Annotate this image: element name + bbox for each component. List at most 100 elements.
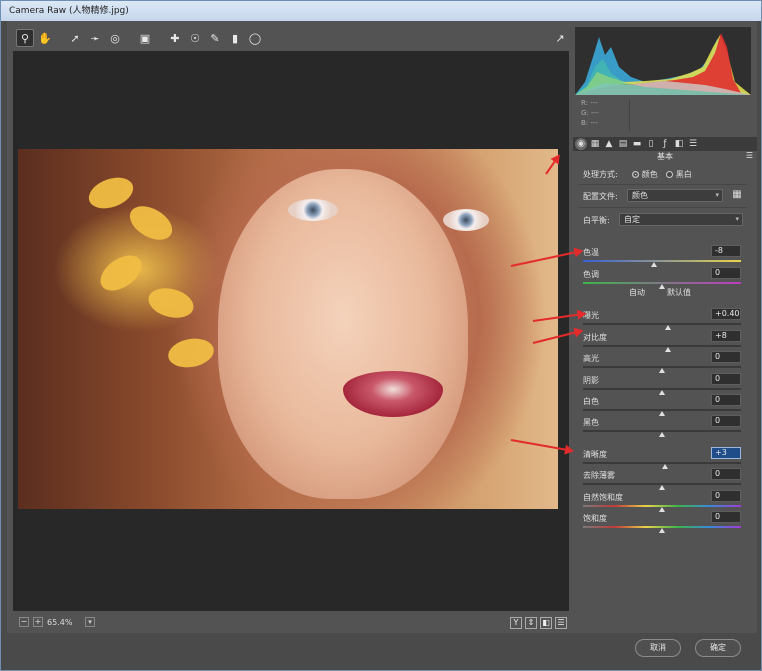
- slider-value-input[interactable]: 0: [711, 394, 741, 406]
- zoom-in-button[interactable]: +: [33, 617, 43, 627]
- slider-thumb[interactable]: [665, 347, 672, 352]
- treatment-row: 处理方式: 颜色 黑白: [583, 169, 692, 179]
- white-balance-select[interactable]: 自定 ▾: [619, 213, 743, 226]
- slider-value-input[interactable]: 0: [711, 511, 741, 523]
- basic-tab-icon[interactable]: ◉: [575, 138, 587, 150]
- camera-calibration-tab-icon[interactable]: ◧: [673, 138, 685, 150]
- flower: [84, 171, 138, 215]
- flower: [145, 283, 197, 323]
- adjustment-panel: R: --- G: --- B: --- ◉ ▦ ▲ ▤ ▬ ▯ ƒ ◧ ☰ 基…: [569, 21, 757, 633]
- slider-label: 白色: [583, 397, 599, 406]
- lens-tab-icon[interactable]: ▯: [645, 138, 657, 150]
- slider-thumb[interactable]: [662, 464, 669, 469]
- slider-value-input[interactable]: +0.40: [711, 308, 741, 320]
- image-canvas[interactable]: − + 65.4% ▾ Y ⇕ ◧ ☰: [13, 51, 571, 629]
- adjustment-brush-icon[interactable]: ✎: [206, 29, 224, 47]
- slider-value-input[interactable]: 0: [711, 351, 741, 363]
- slider-value-input[interactable]: -8: [711, 245, 741, 257]
- slider-label: 对比度: [583, 333, 607, 342]
- chevron-down-icon: ▾: [735, 215, 739, 223]
- slider-label: 自然饱和度: [583, 493, 623, 502]
- ok-button[interactable]: 确定: [695, 639, 741, 657]
- crop-tool-icon[interactable]: ▣: [136, 29, 154, 47]
- slider-label: 去除薄雾: [583, 471, 615, 480]
- slider-track[interactable]: [583, 260, 741, 262]
- cancel-button[interactable]: 取消: [635, 639, 681, 657]
- slider-value-input[interactable]: 0: [711, 267, 741, 279]
- color-radio[interactable]: [631, 170, 639, 178]
- slider-thumb[interactable]: [665, 325, 672, 330]
- slider-value-input[interactable]: +8: [711, 330, 741, 342]
- slider-label: 色温: [583, 248, 599, 257]
- slider-thumb[interactable]: [659, 507, 665, 512]
- split-toning-tab-icon[interactable]: ▬: [631, 138, 643, 150]
- right-eye: [443, 209, 489, 231]
- tone-curve-tab-icon[interactable]: ▦: [589, 138, 601, 150]
- chevron-down-icon: ▾: [715, 191, 719, 199]
- slider-thumb[interactable]: [659, 390, 665, 395]
- slider-label: 黑色: [583, 418, 599, 427]
- toolbar: ⚲ ✋ ➚ ➛ ◎ ▣ ✚ ☉ ✎ ▮ ◯ ↗: [13, 27, 571, 49]
- slider-thumb[interactable]: [659, 528, 665, 533]
- slider-label: 色调: [583, 270, 599, 279]
- auto-default-row: 自动 默认值: [629, 287, 729, 298]
- panel-tabs: ◉ ▦ ▲ ▤ ▬ ▯ ƒ ◧ ☰: [573, 137, 757, 151]
- effects-tab-icon[interactable]: ƒ: [659, 138, 671, 150]
- flower: [124, 199, 178, 247]
- slider-label: 高光: [583, 354, 599, 363]
- flower: [165, 335, 217, 371]
- zoom-level[interactable]: 65.4%: [47, 618, 81, 627]
- before-after-button[interactable]: Y: [510, 617, 522, 629]
- bw-radio[interactable]: [665, 170, 673, 178]
- spot-removal-tool-icon[interactable]: ✚: [166, 29, 184, 47]
- hand-tool-icon[interactable]: ✋: [36, 29, 54, 47]
- slider-thumb[interactable]: [659, 368, 665, 373]
- targeted-adjustment-tool-icon[interactable]: ◎: [106, 29, 124, 47]
- histogram: [575, 27, 751, 95]
- radial-filter-icon[interactable]: ◯: [246, 29, 264, 47]
- slider-thumb[interactable]: [659, 485, 665, 490]
- slider-label: 饱和度: [583, 514, 607, 523]
- slider-value-input[interactable]: +3: [711, 447, 741, 459]
- default-button[interactable]: 默认值: [667, 287, 691, 298]
- slider-track[interactable]: [583, 345, 741, 347]
- zoom-tool-icon[interactable]: ⚲: [16, 29, 34, 47]
- slider-value-input[interactable]: 0: [711, 490, 741, 502]
- swap-settings-button[interactable]: ⇕: [525, 617, 537, 629]
- auto-button[interactable]: 自动: [629, 287, 645, 298]
- view-buttons: Y ⇕ ◧ ☰: [510, 617, 567, 629]
- white-balance-tool-icon[interactable]: ➚: [66, 29, 84, 47]
- slider-track[interactable]: [583, 323, 741, 325]
- slider-value-input[interactable]: 0: [711, 415, 741, 427]
- profile-select[interactable]: 颜色 ▾: [627, 189, 723, 202]
- slider-thumb[interactable]: [659, 411, 665, 416]
- slider-label: 清晰度: [583, 450, 607, 459]
- rgb-readout: R: --- G: --- B: ---: [581, 99, 599, 127]
- camera-raw-window: Camera Raw (人物精修.jpg) ⚲ ✋ ➚ ➛ ◎ ▣ ✚ ☉ ✎ …: [0, 0, 762, 671]
- hsl-tab-icon[interactable]: ▤: [617, 138, 629, 150]
- presets-tab-icon[interactable]: ☰: [687, 138, 699, 150]
- detail-tab-icon[interactable]: ▲: [603, 138, 615, 150]
- left-eye: [288, 199, 338, 221]
- zoom-controls: − + 65.4% ▾: [19, 615, 95, 629]
- portrait-photo: [18, 149, 558, 509]
- slider-value-input[interactable]: 0: [711, 373, 741, 385]
- slider-value-input[interactable]: 0: [711, 468, 741, 480]
- red-eye-tool-icon[interactable]: ☉: [186, 29, 204, 47]
- zoom-out-button[interactable]: −: [19, 617, 29, 627]
- graduated-filter-icon[interactable]: ▮: [226, 29, 244, 47]
- color-sampler-tool-icon[interactable]: ➛: [86, 29, 104, 47]
- flower: [94, 248, 148, 298]
- main-area: ⚲ ✋ ➚ ➛ ◎ ▣ ✚ ☉ ✎ ▮ ◯ ↗ − + 65.4% ▾ Y ⇕ …: [7, 21, 757, 633]
- slider-thumb[interactable]: [659, 432, 665, 437]
- chevron-down-icon[interactable]: ▾: [85, 617, 95, 627]
- toggle-settings-button[interactable]: ☰: [555, 617, 567, 629]
- section-title: 基本 ☰: [657, 151, 753, 161]
- slider-label: 阴影: [583, 376, 599, 385]
- window-title: Camera Raw (人物精修.jpg): [1, 1, 761, 21]
- profile-browser-icon[interactable]: ▦: [731, 189, 743, 201]
- open-preferences-icon[interactable]: ↗: [551, 29, 569, 47]
- panel-menu-icon[interactable]: ☰: [746, 151, 753, 160]
- slider-thumb[interactable]: [651, 262, 658, 267]
- copy-settings-button[interactable]: ◧: [540, 617, 552, 629]
